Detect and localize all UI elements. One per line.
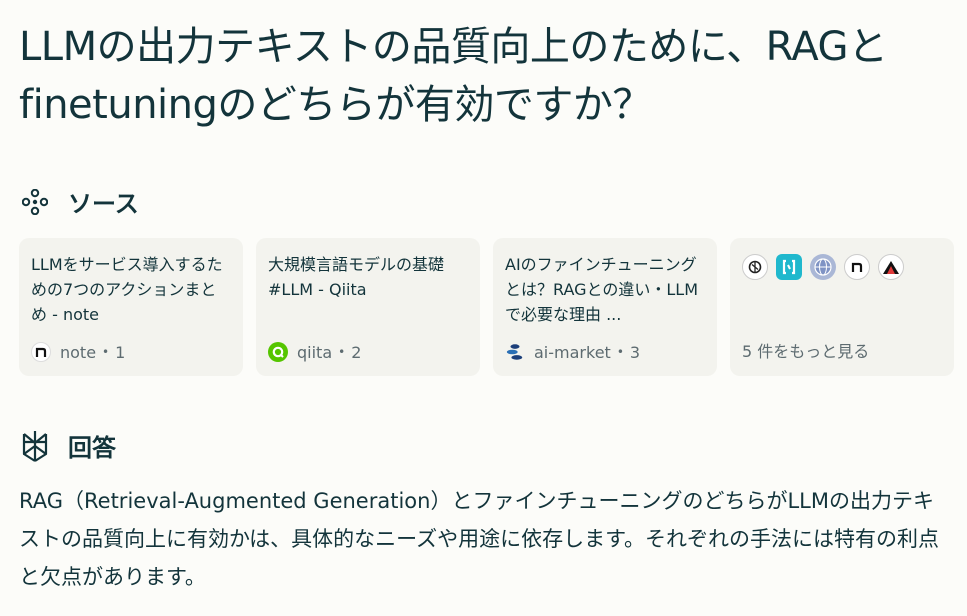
qiita-icon (268, 342, 288, 362)
source-card-meta: qiita • 2 (268, 342, 361, 362)
source-site: note (60, 342, 97, 362)
source-site: ai-market (534, 342, 611, 362)
source-site: qiita (297, 342, 333, 362)
mountain-logo-icon (878, 254, 904, 280)
sources-dots-icon (20, 187, 50, 217)
note-icon (31, 342, 51, 362)
answer-heading-label: 回答 (68, 434, 116, 462)
question-title: LLMの出力テキストの品質向上のために、RAGとfinetuningのどちらが有… (19, 24, 888, 128)
openai-icon (742, 254, 768, 280)
source-card-3[interactable]: AIのファインチューニングとは？RAGとの違い・LLMで必要な理由 ... ai… (493, 238, 717, 376)
globe-icon (810, 254, 836, 280)
note-icon (844, 254, 870, 280)
sources-heading: ソース (20, 184, 139, 219)
source-card-meta: note • 1 (31, 342, 125, 362)
more-sources-label: 5 件をもっと見る (742, 342, 870, 361)
bracket-logo-icon (776, 254, 802, 280)
source-index: 2 (351, 342, 362, 362)
answer-body: RAG（Retrieval-Augmented Generation）とファイン… (19, 489, 940, 589)
source-card-more[interactable]: 5 件をもっと見る (730, 238, 954, 376)
source-index: 3 (629, 342, 641, 362)
source-card-meta: ai-market • 3 (505, 342, 640, 362)
source-card-title: 大規模言語モデルの基礎 #LLM - Qiita (268, 255, 445, 299)
source-cards: LLMをサービス導入するための7つのアクションまとめ - note note •… (19, 238, 954, 376)
ai-market-icon (505, 342, 525, 362)
more-source-icons (742, 254, 942, 280)
source-card-2[interactable]: 大規模言語モデルの基礎 #LLM - Qiita qiita • 2 (256, 238, 480, 376)
source-card-1[interactable]: LLMをサービス導入するための7つのアクションまとめ - note note •… (19, 238, 243, 376)
source-card-title: AIのファインチューニングとは？RAGとの違い・LLMで必要な理由 ... (505, 255, 699, 324)
sources-heading-label: ソース (68, 190, 139, 218)
perplexity-logo-icon (20, 430, 50, 462)
answer-heading: 回答 (20, 428, 116, 463)
source-index: 1 (115, 342, 126, 362)
source-card-title: LLMをサービス導入するための7つのアクションまとめ - note (31, 255, 223, 324)
